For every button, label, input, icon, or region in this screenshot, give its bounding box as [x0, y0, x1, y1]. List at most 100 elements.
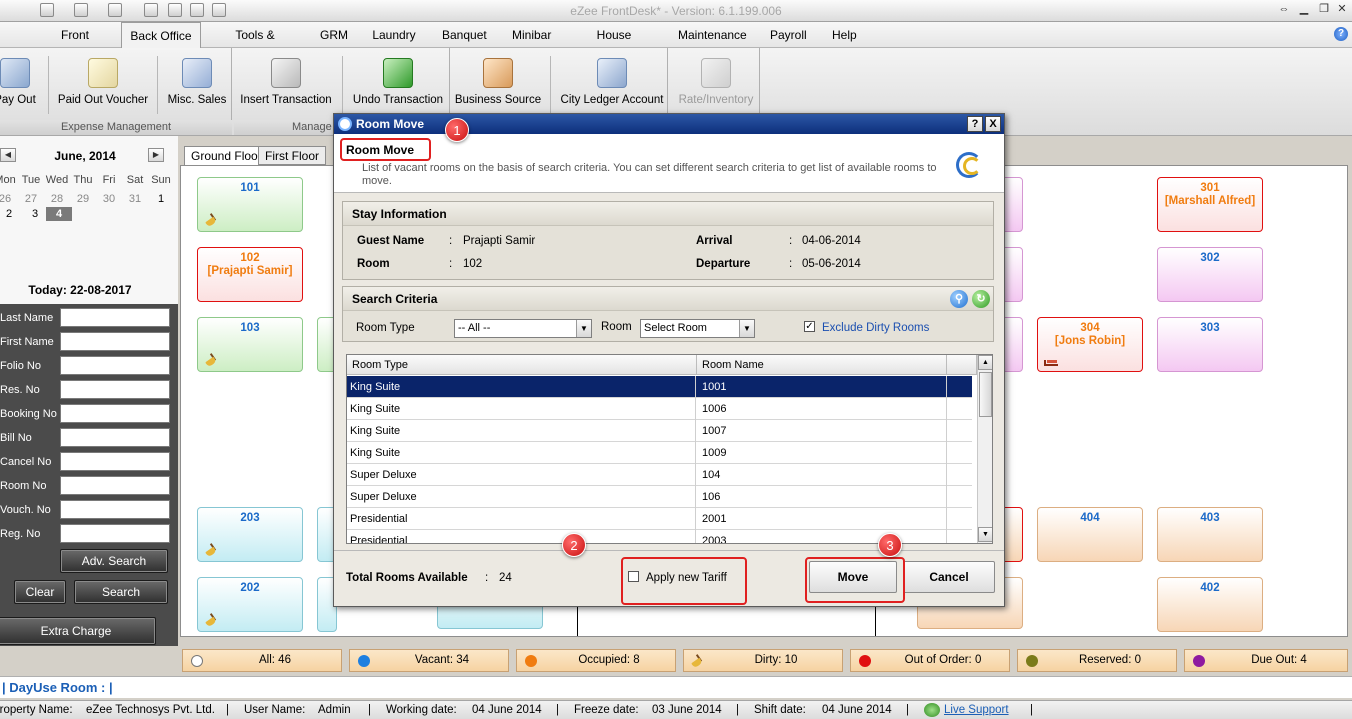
room-402[interactable]: 402 [1157, 577, 1263, 632]
first-name-input[interactable] [60, 332, 170, 351]
status-dirty[interactable]: Dirty: 10 [683, 649, 843, 672]
status-out-of-order[interactable]: Out of Order: 0 [850, 649, 1010, 672]
room-101[interactable]: 101 [197, 177, 303, 232]
menu-back-office[interactable]: Back Office [121, 22, 201, 49]
live-support-link[interactable]: Live Support [944, 701, 1009, 719]
calendar-month: June, 2014 [54, 149, 116, 163]
room-403[interactable]: 403 [1157, 507, 1263, 562]
live-support-icon[interactable] [924, 703, 940, 717]
cell-room-name: 1007 [697, 420, 947, 442]
menu-minibar[interactable]: Minibar [506, 22, 556, 48]
table-row[interactable]: Super Deluxe 106 [347, 486, 972, 508]
tab-first-floor[interactable]: First Floor [258, 146, 326, 165]
refresh-icon[interactable]: ↻ [972, 290, 990, 308]
undo-transaction-button[interactable]: Undo Transaction [350, 56, 446, 114]
menu-payroll[interactable]: Payroll [764, 22, 812, 48]
status-all[interactable]: All: 46 [182, 649, 342, 672]
menu-grm[interactable]: GRM [314, 22, 354, 48]
scroll-up-icon[interactable]: ▲ [978, 355, 992, 370]
paid-out-voucher-button[interactable]: Paid Out Voucher [56, 56, 150, 114]
grid-scrollbar[interactable]: ▲ ▼ [977, 355, 992, 543]
reg-no-input[interactable] [60, 524, 170, 543]
menu-help[interactable]: Help [826, 22, 862, 48]
column-header-room-name[interactable]: Room Name [697, 355, 947, 375]
business-source-button[interactable]: Business Source [454, 56, 542, 114]
exclude-dirty-checkbox[interactable]: ✓ [804, 321, 815, 332]
adv-search-button[interactable]: Adv. Search [60, 549, 168, 573]
room-select[interactable]: Select Room ▼ [640, 319, 755, 338]
room-102[interactable]: 102 [Prajapti Samir] [197, 247, 303, 302]
menu-laundry[interactable]: Laundry [366, 22, 422, 48]
cancel-no-input[interactable] [60, 452, 170, 471]
search-button[interactable]: Search [74, 580, 168, 604]
booking-no-input[interactable] [60, 404, 170, 423]
menu-front-office[interactable]: Front Office [38, 22, 112, 68]
column-header-room-type[interactable]: Room Type [347, 355, 697, 375]
group-caption-expense: Expense Management [0, 120, 232, 135]
status-vacant[interactable]: Vacant: 34 [349, 649, 509, 672]
restore-arrows-icon[interactable]: ⇔ [1276, 2, 1292, 18]
last-name-input[interactable] [60, 308, 170, 327]
bill-no-input[interactable] [60, 428, 170, 447]
city-ledger-account-button[interactable]: City Ledger Account [558, 56, 666, 114]
calendar-day-selected[interactable]: 4 [46, 207, 72, 221]
table-row[interactable]: King Suite 1006 [347, 398, 972, 420]
calendar-prev-button[interactable]: ◀ [0, 148, 16, 162]
room-301[interactable]: 301 [Marshall Alfred] [1157, 177, 1263, 232]
room-203[interactable]: 203 [197, 507, 303, 562]
room-202[interactable]: 202 [197, 577, 303, 632]
folio-no-input[interactable] [60, 356, 170, 375]
table-row[interactable]: King Suite 1007 [347, 420, 972, 442]
room-type-select[interactable]: -- All -- ▼ [454, 319, 592, 338]
close-button[interactable]: ✕ [1334, 2, 1350, 18]
menu-tools-utilities[interactable]: Tools & Utilities [210, 22, 300, 68]
calendar-day[interactable]: 3 [22, 207, 48, 221]
calendar-day[interactable]: 1 [148, 192, 174, 206]
calendar-day[interactable]: 29 [70, 192, 96, 206]
status-reserved[interactable]: Reserved: 0 [1017, 649, 1177, 672]
calendar-next-button[interactable]: ▶ [148, 148, 164, 162]
res-no-input[interactable] [60, 380, 170, 399]
room-404[interactable]: 404 [1037, 507, 1143, 562]
status-occupied[interactable]: Occupied: 8 [516, 649, 676, 672]
menu-house-keeping[interactable]: House Keeping [570, 22, 658, 68]
scroll-down-icon[interactable]: ▼ [978, 527, 992, 542]
dialog-help-button[interactable]: ? [967, 116, 983, 132]
menu-maintenance[interactable]: Maintenance [672, 22, 750, 48]
help-icon[interactable]: ? [1334, 27, 1348, 41]
colon: : [789, 258, 793, 270]
maximize-button[interactable]: ❐ [1316, 2, 1332, 18]
available-rooms-grid: Room Type Room Name King Suite 1001 King… [346, 354, 993, 544]
table-row[interactable]: King Suite 1009 [347, 442, 972, 464]
pay-out-button[interactable]: Pay Out [0, 56, 38, 114]
rate-inventory-button[interactable]: Rate/Inventory [674, 56, 758, 114]
clear-button[interactable]: Clear [14, 580, 66, 604]
room-304[interactable]: 304 [Jons Robin] [1037, 317, 1143, 372]
calendar-day[interactable]: 31 [122, 192, 148, 206]
room-303[interactable]: 303 [1157, 317, 1263, 372]
insert-transaction-button[interactable]: Insert Transaction [238, 56, 334, 114]
cancel-button[interactable]: Cancel [903, 561, 995, 593]
exclude-dirty-label[interactable]: Exclude Dirty Rooms [822, 322, 929, 334]
status-due-out[interactable]: Due Out: 4 [1184, 649, 1348, 672]
table-row[interactable]: Super Deluxe 104 [347, 464, 972, 486]
table-row[interactable]: King Suite 1001 [347, 376, 972, 398]
vouch-no-input[interactable] [60, 500, 170, 519]
menu-banquet[interactable]: Banquet [436, 22, 492, 48]
calendar-day[interactable]: 30 [96, 192, 122, 206]
calendar-day[interactable]: 28 [44, 192, 70, 206]
calendar-day[interactable]: 27 [18, 192, 44, 206]
calendar-day[interactable]: 26 [0, 192, 18, 206]
table-row[interactable]: Presidential 2001 [347, 508, 972, 530]
room-no-input[interactable] [60, 476, 170, 495]
tab-ground-floor[interactable]: Ground Floor [184, 146, 269, 166]
calendar-day[interactable]: 2 [0, 207, 22, 221]
room-103[interactable]: 103 [197, 317, 303, 372]
minimize-button[interactable]: ▁ [1296, 2, 1312, 18]
misc-sales-button[interactable]: Misc. Sales [165, 56, 229, 114]
dialog-close-button[interactable]: X [985, 116, 1001, 132]
scroll-thumb[interactable] [979, 372, 992, 417]
room-302[interactable]: 302 [1157, 247, 1263, 302]
search-icon[interactable]: ⚲ [950, 290, 968, 308]
extra-charge-button[interactable]: Extra Charge [0, 617, 156, 645]
